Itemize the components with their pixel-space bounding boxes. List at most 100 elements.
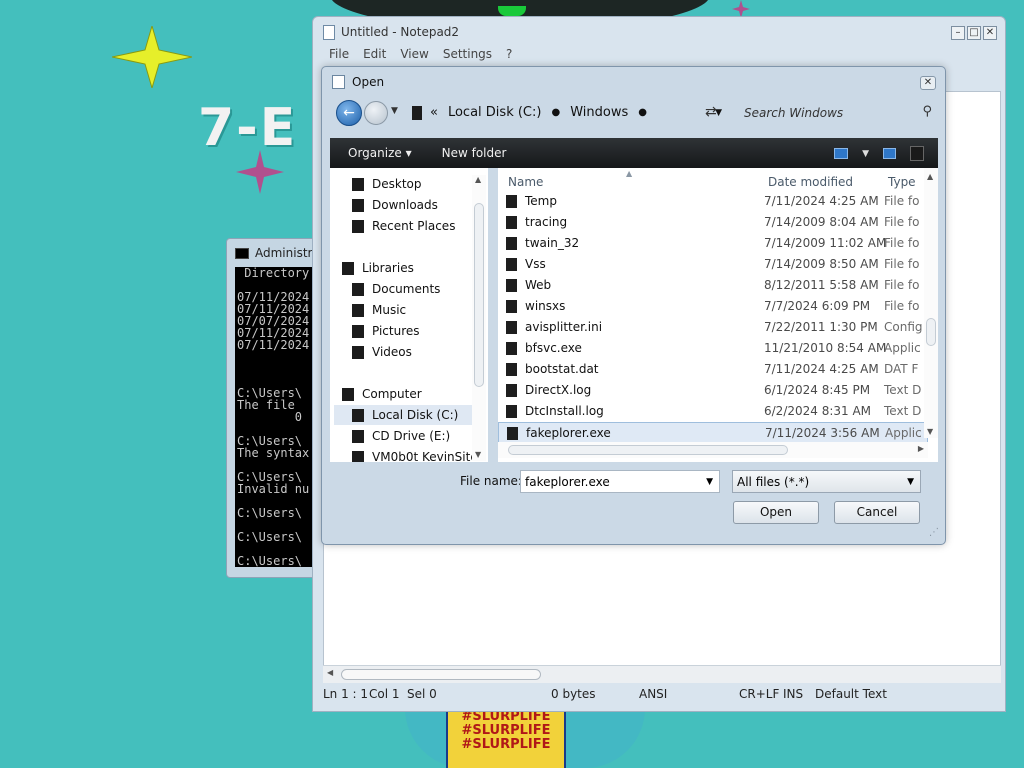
scrollbar-thumb[interactable] <box>341 669 541 680</box>
folder-icon <box>412 105 422 120</box>
file-list[interactable]: Name ▲ Date modified Type Temp 7/11/2024 … <box>498 168 938 462</box>
file-row[interactable]: Vss 7/14/2009 8:50 AM File fo <box>498 254 928 275</box>
scroll-down-arrow-icon[interactable]: ▼ <box>927 427 933 436</box>
help-icon[interactable] <box>910 146 924 161</box>
menu-settings[interactable]: Settings <box>443 47 492 61</box>
folder-icon <box>352 198 364 212</box>
chevron-down-icon[interactable]: ▼ <box>907 477 914 487</box>
menu-file[interactable]: File <box>329 47 349 61</box>
resize-grip-icon[interactable]: ⋰ <box>929 527 939 538</box>
nav-item[interactable]: Videos <box>352 342 412 362</box>
menu-edit[interactable]: Edit <box>363 47 386 61</box>
file-icon <box>506 384 517 397</box>
column-header-date[interactable]: Date modified <box>768 175 853 189</box>
navigation-pane[interactable]: Desktop Downloads Recent Places Libraries Do… <box>330 168 488 462</box>
file-list-horizontal-scrollbar[interactable]: ▶ <box>498 442 928 458</box>
address-bar[interactable]: « Local Disk (C:) ● Windows ● ▼ <box>404 100 726 125</box>
nav-item-label: CD Drive (E:) <box>372 429 451 443</box>
view-options-dropdown-icon[interactable]: ▼ <box>862 149 869 159</box>
nav-item[interactable]: Recent Places <box>352 216 455 236</box>
open-file-dialog[interactable]: Open ✕ ← ▼ « Local Disk (C:) ● Windows ●… <box>321 66 946 545</box>
scroll-down-arrow-icon[interactable]: ▼ <box>475 450 481 459</box>
file-row[interactable]: twain_32 7/14/2009 11:02 AM File fo <box>498 233 928 254</box>
console-window[interactable]: Administra Directory 07/11/2024 07/11/2024… <box>226 238 326 578</box>
address-segment-windows[interactable]: Windows <box>570 105 628 120</box>
file-row[interactable]: DtcInstall.log 6/2/2024 8:31 AM Text D <box>498 401 928 422</box>
back-arrow-icon[interactable]: ← <box>336 100 362 126</box>
folder-icon <box>352 450 364 462</box>
nav-item[interactable]: Documents <box>352 279 440 299</box>
nav-item[interactable]: Computer <box>342 384 422 404</box>
file-date-modified: 8/12/2011 5:58 AM <box>764 278 879 292</box>
file-list-vertical-scrollbar[interactable]: ▲ ▼ <box>924 168 938 438</box>
nav-item[interactable]: Desktop <box>352 174 422 194</box>
slurp-line: #SLURPLIFE <box>461 723 551 738</box>
file-row[interactable]: bfsvc.exe 11/21/2010 8:54 AM Applic <box>498 338 928 359</box>
recent-locations-dropdown-icon[interactable]: ▼ <box>391 106 398 116</box>
notepad-titlebar[interactable]: Untitled - Notepad2 <box>313 17 1005 47</box>
scrollbar-thumb[interactable] <box>926 318 936 346</box>
dialog-toolbar: Organize ▾ New folder ▼ <box>330 138 938 168</box>
open-button[interactable]: Open <box>733 501 819 524</box>
file-row[interactable]: tracing 7/14/2009 8:04 AM File fo <box>498 212 928 233</box>
scrollbar-thumb[interactable] <box>508 445 788 455</box>
dialog-titlebar[interactable]: Open <box>332 75 384 89</box>
file-row[interactable]: winsxs 7/7/2024 6:09 PM File fo <box>498 296 928 317</box>
scrollbar-thumb[interactable] <box>474 203 484 387</box>
navigation-pane-scrollbar[interactable]: ▲ ▼ <box>472 175 486 461</box>
file-name-dropdown-icon[interactable]: ▼ <box>706 477 713 487</box>
file-row[interactable]: bootstat.dat 7/11/2024 4:25 AM DAT F <box>498 359 928 380</box>
nav-item[interactable]: Pictures <box>352 321 420 341</box>
file-name-input[interactable]: fakeplorer.exe ▼ <box>520 470 720 493</box>
status-insert-mode: INS <box>783 687 804 701</box>
organize-button[interactable]: Organize ▾ <box>348 146 412 160</box>
nav-item[interactable]: Music <box>352 300 406 320</box>
preview-pane-icon[interactable] <box>883 148 896 159</box>
maximize-button[interactable]: □ <box>967 26 981 40</box>
menu-help[interactable]: ? <box>506 47 512 61</box>
file-row[interactable]: Temp 7/11/2024 4:25 AM File fo <box>498 191 928 212</box>
menu-view[interactable]: View <box>400 47 428 61</box>
nav-item[interactable]: Libraries <box>342 258 414 278</box>
file-type: Config <box>884 320 923 334</box>
address-overflow[interactable]: « <box>430 105 438 120</box>
nav-item[interactable]: CD Drive (E:) <box>352 426 450 446</box>
scroll-up-arrow-icon[interactable]: ▲ <box>475 175 481 184</box>
cancel-button[interactable]: Cancel <box>834 501 920 524</box>
nav-item[interactable]: VM0b0t KevinSite <box>352 447 478 462</box>
console-titlebar[interactable]: Administra <box>227 239 325 267</box>
scroll-right-arrow-icon[interactable]: ▶ <box>918 444 924 453</box>
change-view-icon[interactable] <box>834 148 849 159</box>
file-type: File fo <box>884 215 920 229</box>
scroll-left-arrow-icon[interactable]: ◀ <box>327 668 333 677</box>
forward-arrow-icon[interactable] <box>364 101 388 125</box>
breadcrumb-separator-icon[interactable]: ● <box>638 107 647 118</box>
status-encoding: ANSI <box>639 687 668 701</box>
file-type: Text D <box>884 404 922 418</box>
breadcrumb-separator-icon[interactable]: ● <box>551 107 560 118</box>
refresh-icon[interactable]: ⇄ <box>705 104 717 120</box>
nav-item[interactable]: Local Disk (C:) <box>334 405 480 425</box>
file-row[interactable]: avisplitter.ini 7/22/2011 1:30 PM Config <box>498 317 928 338</box>
scroll-up-arrow-icon[interactable]: ▲ <box>927 172 933 181</box>
close-button[interactable]: ✕ <box>983 26 997 40</box>
file-type-filter-select[interactable]: All files (*.*) ▼ <box>732 470 921 493</box>
column-header-name[interactable]: Name <box>508 175 543 189</box>
status-line-position: Ln 1 : 1 <box>323 687 369 701</box>
file-row[interactable]: Web 8/12/2011 5:58 AM File fo <box>498 275 928 296</box>
column-header-type[interactable]: Type <box>888 175 916 189</box>
notepad-title: Untitled - Notepad2 <box>341 25 460 39</box>
search-box[interactable]: Search Windows ⚲ <box>734 100 938 125</box>
file-date-modified: 6/1/2024 8:45 PM <box>764 383 871 397</box>
folder-icon <box>352 345 364 359</box>
nav-item[interactable]: Downloads <box>352 195 438 215</box>
dialog-close-button[interactable]: ✕ <box>920 76 936 90</box>
nav-item-label: Videos <box>372 345 412 359</box>
minimize-button[interactable]: – <box>951 26 965 40</box>
search-icon[interactable]: ⚲ <box>922 104 932 119</box>
new-folder-button[interactable]: New folder <box>442 146 507 160</box>
address-segment-local-disk[interactable]: Local Disk (C:) <box>448 105 541 120</box>
file-row[interactable]: DirectX.log 6/1/2024 8:45 PM Text D <box>498 380 928 401</box>
notepad-horizontal-scrollbar[interactable]: ◀ <box>323 665 1001 683</box>
file-row[interactable]: fakeplorer.exe 7/11/2024 3:56 AM Applic <box>498 422 928 443</box>
